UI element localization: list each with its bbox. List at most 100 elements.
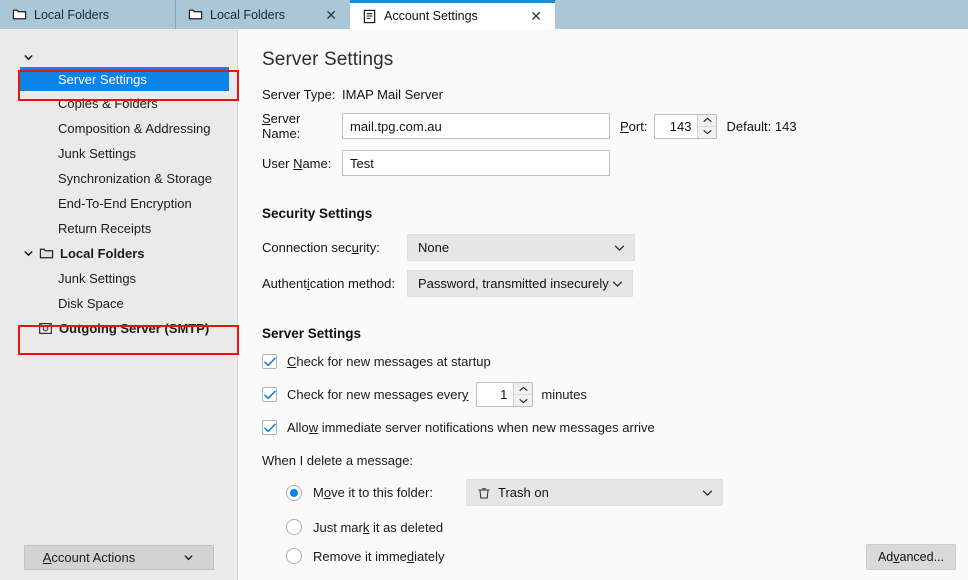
user-name-input[interactable] [342, 150, 610, 176]
sidebar-item-label: Disk Space [58, 296, 124, 311]
delete-mark-label: Just mark it as deleted [313, 519, 444, 535]
delete-mark-row: Just mark it as deleted [262, 519, 968, 535]
delete-mark-radio[interactable] [286, 519, 302, 535]
server-type-row: Server Type: IMAP Mail Server [262, 87, 968, 102]
folder-icon [188, 9, 203, 20]
sidebar-group-local-folders[interactable]: Local Folders [0, 241, 237, 266]
sidebar-item-label: Server Settings [58, 71, 147, 87]
tab-label: Local Folders [34, 7, 110, 22]
delete-remove-radio[interactable] [286, 548, 302, 564]
server-name-row: Server Name: Port: [262, 111, 968, 141]
trash-icon [478, 487, 490, 499]
smtp-icon [39, 323, 52, 334]
checkmark-icon [263, 423, 276, 432]
user-name-row: User Name: [262, 150, 968, 176]
server-settings-heading: Server Settings [262, 326, 362, 341]
folder-icon [12, 9, 27, 20]
tab-account-settings[interactable]: Account Settings ✕ [350, 0, 555, 29]
settings-sidebar: Server Settings Copies & Folders Composi… [0, 29, 239, 580]
authentication-method-select[interactable]: Password, transmitted insecurely [407, 270, 633, 297]
document-icon [363, 9, 376, 23]
sidebar-group-label: Local Folders [60, 246, 145, 261]
port-input[interactable] [655, 114, 698, 138]
connection-security-select[interactable]: None [407, 234, 635, 261]
sidebar-item-label: Synchronization & Storage [58, 171, 212, 186]
sidebar-item-synchronization-storage[interactable]: Synchronization & Storage [0, 166, 237, 191]
sidebar-item-disk-space[interactable]: Disk Space [0, 291, 237, 316]
tab-bar: Local Folders Local Folders ✕ Account Se… [0, 0, 968, 29]
chevron-down-icon [24, 251, 33, 257]
delete-remove-label: Remove it immediately [313, 548, 445, 564]
tab-local-folders-1[interactable]: Local Folders [0, 0, 175, 29]
sidebar-item-label: Outgoing Server (SMTP) [59, 321, 210, 336]
sidebar-item-return-receipts[interactable]: Return Receipts [0, 216, 237, 241]
check-startup-checkbox[interactable] [262, 354, 277, 369]
port-stepper[interactable] [654, 113, 718, 139]
settings-content: Server Settings Server Type: IMAP Mail S… [238, 29, 968, 580]
sidebar-item-outgoing-server-smtp[interactable]: Outgoing Server (SMTP) [0, 316, 237, 341]
authentication-method-label: Authentication method: [262, 276, 395, 291]
connection-security-label: Connection security: [262, 240, 380, 255]
sidebar-item-composition-addressing[interactable]: Composition & Addressing [0, 116, 237, 141]
trash-folder-select[interactable]: Trash on [466, 479, 723, 506]
sidebar-item-label: Junk Settings [58, 146, 137, 161]
sidebar-item-local-junk-settings[interactable]: Junk Settings [0, 266, 237, 291]
delete-move-radio[interactable] [286, 484, 302, 501]
sidebar-item-label: Copies & Folders [58, 96, 158, 111]
server-type-label: Server Type: [262, 87, 336, 102]
chevron-down-icon [614, 244, 625, 251]
delete-prompt-label: When I delete a message: [262, 453, 414, 468]
account-actions-button[interactable]: Account Actions [23, 545, 214, 570]
server-type-value: IMAP Mail Server [342, 87, 443, 102]
check-every-suffix: minutes [541, 387, 587, 402]
trash-folder-value: Trash on [498, 485, 549, 500]
checkmark-icon [263, 357, 276, 366]
delete-move-label: Move it to this folder: [313, 485, 433, 500]
chevron-down-icon [519, 398, 528, 403]
check-interval-arrows[interactable] [513, 383, 533, 406]
port-decrement-button[interactable] [698, 127, 716, 138]
sidebar-item-end-to-end-encryption[interactable]: End-To-End Encryption [0, 191, 237, 216]
chevron-up-icon [703, 117, 712, 122]
connection-security-value: None [418, 240, 450, 255]
account-actions-container: Account Actions [0, 545, 237, 580]
page-title: Server Settings [262, 49, 394, 70]
check-interval-decrement-button[interactable] [514, 395, 532, 406]
sidebar-item-copies-folders[interactable]: Copies & Folders [0, 91, 237, 116]
chevron-up-icon [519, 386, 528, 391]
check-every-checkbox[interactable] [262, 387, 277, 402]
check-startup-row: Check for new messages at startup [262, 354, 968, 369]
chevron-down-icon [702, 489, 713, 496]
sidebar-item-server-settings[interactable]: Server Settings [20, 67, 229, 91]
allow-notifications-label: Allow immediate server notifications whe… [287, 420, 655, 435]
port-stepper-arrows[interactable] [697, 114, 717, 138]
advanced-button[interactable]: Advanced... [865, 544, 956, 570]
folder-icon [39, 248, 54, 259]
server-name-label: Server Name: [262, 111, 301, 141]
tab-close-button[interactable]: ✕ [322, 8, 340, 22]
tab-local-folders-2[interactable]: Local Folders ✕ [175, 0, 350, 29]
settings-tree: Server Settings Copies & Folders Composi… [0, 29, 237, 545]
tab-label: Local Folders [210, 7, 286, 22]
check-interval-input[interactable] [477, 383, 514, 406]
account-expander[interactable] [0, 47, 237, 67]
chevron-down-icon [24, 54, 33, 60]
check-every-row: Check for new messages every 1 minutes [262, 382, 968, 407]
check-interval-increment-button[interactable] [514, 383, 533, 395]
delete-prompt: When I delete a message: [262, 453, 968, 468]
delete-move-row: Move it to this folder: Trash on [262, 479, 968, 506]
delete-remove-row: Remove it immediately [262, 548, 968, 564]
check-startup-label: Check for new messages at startup [287, 354, 491, 369]
check-every-label: Check for new messages every [287, 387, 469, 402]
sidebar-item-junk-settings[interactable]: Junk Settings [0, 141, 237, 166]
radio-dot [290, 488, 298, 497]
allow-notifications-checkbox[interactable] [262, 420, 277, 435]
connection-security-row: Connection security: None [262, 234, 968, 261]
authentication-method-row: Authentication method: Password, transmi… [262, 270, 968, 297]
check-interval-stepper[interactable] [476, 382, 534, 407]
sidebar-item-label: Return Receipts [58, 221, 152, 236]
advanced-container: Advanced... [865, 544, 956, 570]
port-increment-button[interactable] [698, 115, 717, 127]
tab-close-button[interactable]: ✕ [527, 9, 545, 23]
server-name-input[interactable] [342, 113, 610, 139]
